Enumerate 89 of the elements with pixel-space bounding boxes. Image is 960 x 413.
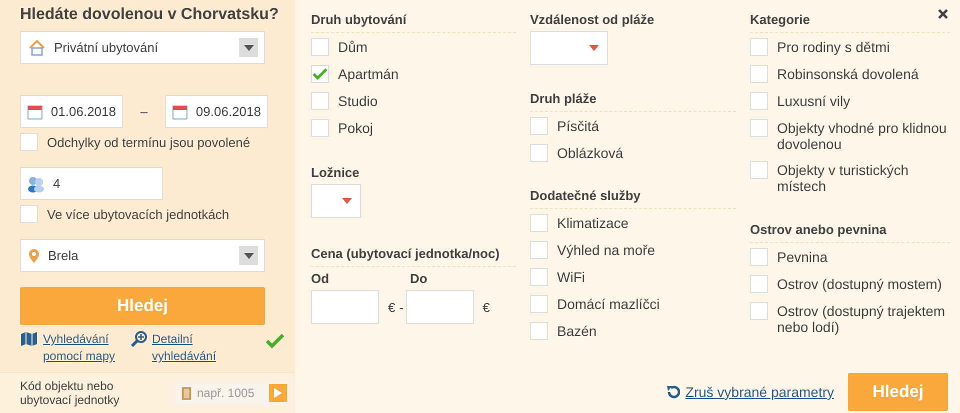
date-field[interactable]: 01.06.2018 xyxy=(20,95,123,128)
accommodation-select[interactable]: Privátní ubytování xyxy=(20,31,265,64)
dropdown[interactable] xyxy=(530,31,608,65)
checkbox[interactable] xyxy=(750,161,768,179)
checkbox-label: Písčitá xyxy=(557,118,600,134)
checkbox[interactable] xyxy=(311,92,329,110)
checkbox-label: Ostrov (dostupný trajektem nebo lodí) xyxy=(777,303,946,335)
play-icon xyxy=(274,388,282,398)
checkbox-label: WiFi xyxy=(557,269,585,285)
price-to-field[interactable] xyxy=(406,290,474,324)
checkbox-label: Pro rodiny s dětmi xyxy=(777,39,890,55)
checkbox[interactable] xyxy=(311,65,329,83)
checkbox-label: Dům xyxy=(338,39,368,55)
dropdown-button[interactable] xyxy=(239,38,258,57)
date-separator: – xyxy=(139,104,149,119)
field-label: Do xyxy=(410,271,428,286)
reset-link[interactable]: Zruš vybrané parametry xyxy=(685,384,834,400)
checkbox-label: Robinsonská dovolená xyxy=(777,66,919,82)
calendar-icon xyxy=(172,104,188,120)
caret-icon xyxy=(589,45,599,51)
checkbox[interactable] xyxy=(750,302,768,320)
section-heading: Ostrov anebo pevnina xyxy=(750,222,950,243)
checkbox[interactable] xyxy=(750,65,768,83)
go-button[interactable] xyxy=(269,384,287,402)
checkbox-label: Domácí mazlíčci xyxy=(557,296,660,312)
link[interactable]: Detailní vyhledávání xyxy=(152,331,232,365)
checkbox[interactable] xyxy=(311,38,329,56)
checkbox[interactable] xyxy=(530,322,548,340)
currency-symbol: € xyxy=(388,300,396,314)
checkbox-label: Výhled na moře xyxy=(557,242,656,258)
map-icon xyxy=(20,331,38,347)
checkbox[interactable] xyxy=(530,295,548,313)
price-from-field[interactable] xyxy=(311,290,379,324)
code-label: Kód objektu nebo ubytovací jednotky xyxy=(20,379,120,407)
checkbox-label: Studio xyxy=(338,93,378,109)
checkbox[interactable] xyxy=(20,205,38,223)
search-title: Hledáte dovolenou v Chorvatsku? xyxy=(20,6,280,24)
checkbox-label: Odchylky od termínu jsou povolené xyxy=(47,134,250,150)
location-pin-icon xyxy=(28,248,40,264)
checkbox-label: Oblázková xyxy=(557,145,624,161)
dropdown[interactable] xyxy=(311,184,361,218)
guests-field[interactable]: 4 xyxy=(20,167,163,200)
section-heading: Kategorie xyxy=(750,12,950,33)
caret-icon xyxy=(244,44,254,50)
section-heading: Druh pláže xyxy=(530,91,736,112)
checkbox[interactable] xyxy=(750,38,768,56)
calendar-icon xyxy=(27,104,43,120)
section-heading: Dodatečné služby xyxy=(530,188,736,209)
door-icon xyxy=(181,386,192,400)
checkbox-label: Ve více ubytovacích jednotkách xyxy=(47,206,230,222)
checkbox[interactable] xyxy=(750,92,768,110)
checkbox[interactable] xyxy=(530,268,548,286)
section-heading: Vzdálenost od pláže xyxy=(530,12,656,27)
zoom-in-icon xyxy=(131,331,147,347)
section-heading: Cena (ubytovací jednotka/noc) xyxy=(311,246,516,267)
checkbox[interactable] xyxy=(750,248,768,266)
people-icon xyxy=(27,174,45,192)
section-heading: Druh ubytování xyxy=(311,12,516,33)
checkbox-label: Pokoj xyxy=(338,120,374,136)
currency-symbol: € xyxy=(482,300,490,314)
checkbox-label: Ostrov (dostupný mostem) xyxy=(777,276,942,292)
caret-icon xyxy=(244,252,254,258)
checkbox[interactable] xyxy=(530,241,548,259)
house-icon xyxy=(28,38,46,56)
dropdown-button[interactable] xyxy=(239,246,258,265)
date-field[interactable]: 09.06.2018 xyxy=(165,95,268,128)
checkbox-label: Klimatizace xyxy=(557,215,629,231)
code-field[interactable]: např. 1005 xyxy=(175,381,289,405)
checkbox[interactable] xyxy=(530,214,548,232)
checkbox-label: Objekty v turistických místech xyxy=(777,162,910,194)
close-icon[interactable] xyxy=(938,9,948,19)
checkbox-label: Bazén xyxy=(557,323,597,339)
link[interactable]: Vyhledávání pomocí mapy xyxy=(43,331,123,365)
checkbox[interactable] xyxy=(530,117,548,135)
caret-icon xyxy=(342,198,352,204)
checkbox[interactable] xyxy=(750,275,768,293)
section-heading: Ložnice xyxy=(311,165,360,180)
checkbox-label: Pevnina xyxy=(777,249,828,265)
checkbox[interactable] xyxy=(20,133,38,151)
location-select[interactable]: Brela xyxy=(20,239,265,272)
checkbox[interactable] xyxy=(311,119,329,137)
checkbox[interactable] xyxy=(750,119,768,137)
checkbox[interactable] xyxy=(530,144,548,162)
range-separator: - xyxy=(399,300,404,314)
checkbox-label: Apartmán xyxy=(338,66,399,82)
field-label: Od xyxy=(311,271,330,286)
undo-icon xyxy=(666,385,680,399)
checkbox-label: Objekty vhodné pro klidnou dovolenou xyxy=(777,120,948,152)
checkbox-label: Luxusní vily xyxy=(777,93,850,109)
